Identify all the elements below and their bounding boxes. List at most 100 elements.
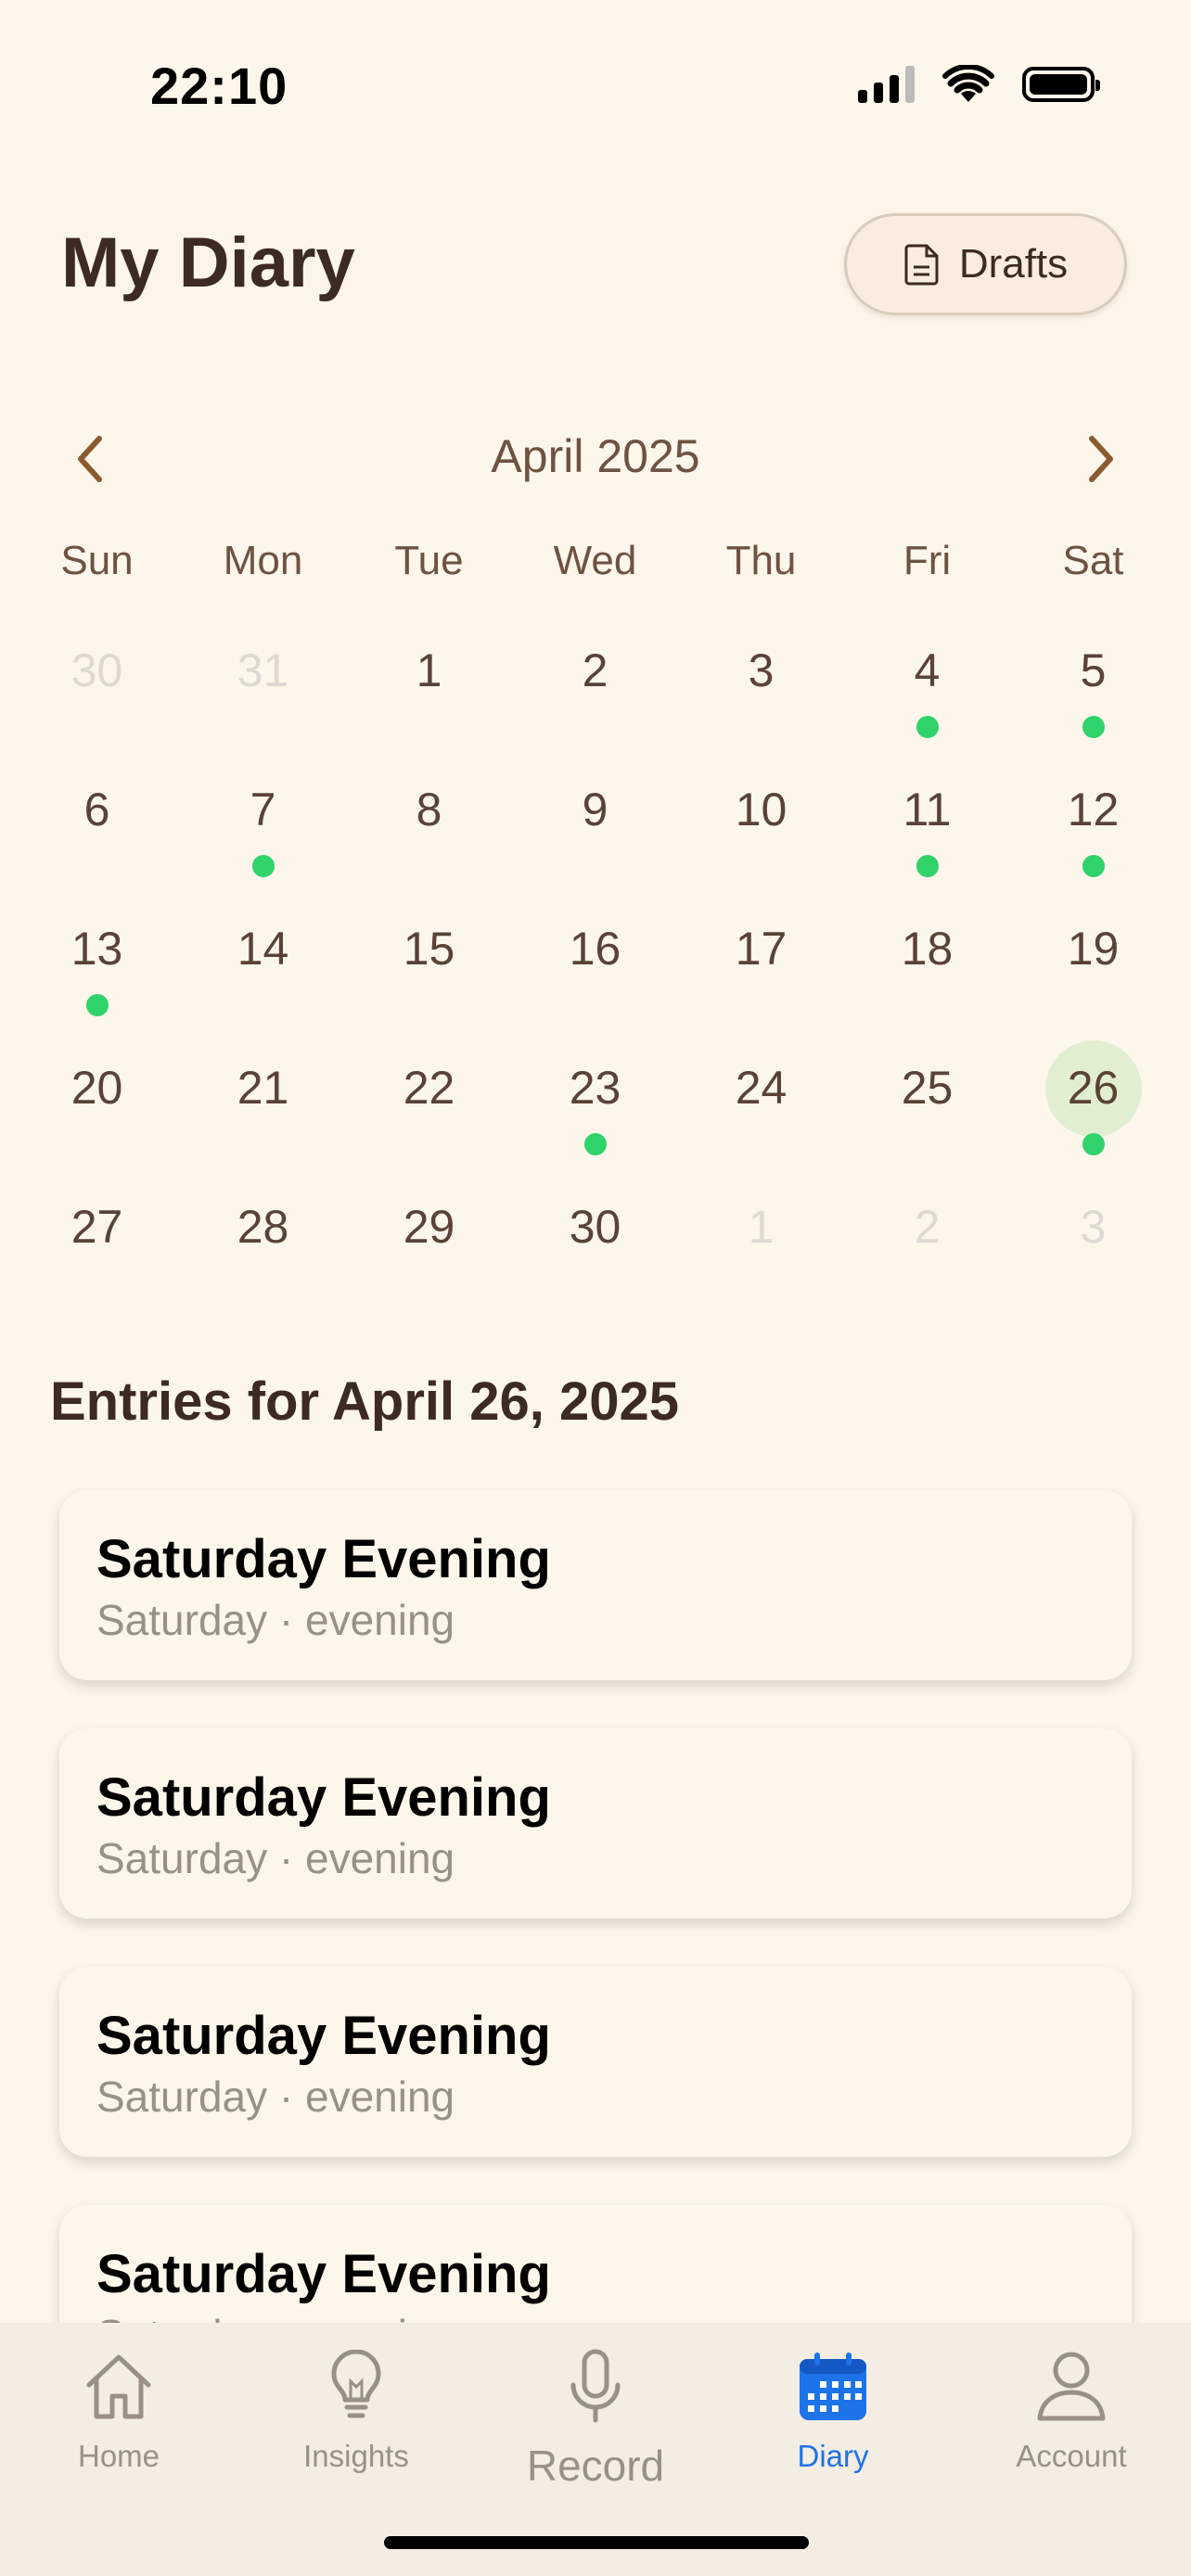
calendar-day[interactable]: 20	[14, 1048, 180, 1187]
calendar-day[interactable]: 22	[346, 1048, 512, 1187]
day-number: 2	[914, 1201, 941, 1253]
entry-subtitle: Saturday · evening	[96, 1596, 455, 1644]
drafts-button[interactable]: Drafts	[844, 213, 1127, 315]
tab-record[interactable]: Record	[503, 2346, 688, 2491]
calendar-day[interactable]: 1	[346, 631, 512, 770]
calendar-day[interactable]: 9	[512, 770, 678, 909]
calendar-day[interactable]: 29	[346, 1187, 512, 1326]
day-number: 19	[1067, 923, 1120, 975]
calendar-day[interactable]: 30	[512, 1187, 678, 1326]
calendar-day[interactable]: 19	[1010, 909, 1176, 1048]
cellular-signal-icon	[858, 66, 915, 103]
weekday-label: Wed	[553, 538, 637, 583]
weekday-label: Thu	[725, 538, 797, 583]
day-number: 26	[1067, 1062, 1120, 1114]
calendar-day[interactable]: 10	[678, 770, 844, 909]
calendar-day[interactable]: 2	[844, 1187, 1010, 1326]
day-number: 10	[735, 784, 788, 835]
entries-heading: Entries for April 26, 2025	[50, 1371, 680, 1432]
drafts-label: Drafts	[958, 241, 1069, 287]
calendar-day[interactable]: 14	[180, 909, 346, 1048]
day-number: 1	[748, 1201, 775, 1253]
next-month-button[interactable]	[1065, 413, 1139, 505]
calendar-day[interactable]: 1	[678, 1187, 844, 1326]
calendar-day[interactable]: 27	[14, 1187, 180, 1326]
battery-icon	[1022, 67, 1100, 102]
weekday-label: Tue	[394, 538, 464, 583]
day-number: 27	[70, 1201, 123, 1253]
header: My Diary Drafts	[0, 176, 1191, 376]
calendar-day[interactable]: 18	[844, 909, 1010, 1048]
day-number: 20	[70, 1062, 123, 1114]
weekday-header: Sun Mon Tue Wed Thu Fri Sat	[0, 538, 1191, 584]
calendar-day[interactable]: 30	[14, 631, 180, 770]
status-icons	[858, 65, 1100, 104]
day-number: 15	[403, 923, 455, 975]
entries-list[interactable]: Saturday Evening Saturday · evening Satu…	[0, 1488, 1191, 2323]
entry-title: Saturday Evening	[96, 2006, 551, 2066]
calendar-day[interactable]: 3	[678, 631, 844, 770]
tab-home[interactable]: Home	[26, 2346, 211, 2474]
tab-diary[interactable]: Diary	[740, 2346, 926, 2474]
calendar-day[interactable]: 6	[14, 770, 180, 909]
day-number: 12	[1067, 784, 1120, 835]
day-number: 3	[748, 644, 775, 696]
entry-title: Saturday Evening	[96, 1767, 551, 1828]
day-number: 5	[1080, 644, 1107, 696]
day-number: 1	[416, 644, 442, 696]
calendar-day[interactable]: 31	[180, 631, 346, 770]
calendar-day-selected[interactable]: 26	[1010, 1040, 1176, 1187]
calendar-day[interactable]: 4	[844, 631, 1010, 770]
calendar-day[interactable]: 28	[180, 1187, 346, 1326]
calendar-day[interactable]: 11	[844, 770, 1010, 909]
calendar-day[interactable]: 7	[180, 770, 346, 909]
entry-indicator-dot	[583, 1133, 607, 1155]
calendar-day[interactable]: 5	[1010, 631, 1176, 770]
calendar-day[interactable]: 23	[512, 1048, 678, 1187]
entry-card[interactable]: Saturday Evening Saturday · evening	[59, 1490, 1132, 1680]
day-number: 16	[569, 923, 621, 975]
calendar-day[interactable]: 13	[14, 909, 180, 1048]
calendar-nav: April 2025	[0, 376, 1191, 533]
calendar: April 2025 Sun Mon Tue Wed Thu Fri Sat 30 31 1 2 3…	[0, 376, 1191, 1253]
day-number: 25	[901, 1062, 954, 1114]
month-label: April 2025	[491, 430, 700, 482]
day-number: 18	[901, 923, 954, 975]
person-icon	[1037, 2352, 1106, 2421]
entry-card[interactable]: Saturday Evening Saturday · evening	[59, 1967, 1132, 2157]
chevron-right-icon	[1089, 436, 1113, 482]
calendar-day[interactable]: 3	[1010, 1187, 1176, 1326]
calendar-day[interactable]: 21	[180, 1048, 346, 1187]
calendar-day[interactable]: 8	[346, 770, 512, 909]
weekday-label: Fri	[903, 538, 952, 583]
calendar-day[interactable]: 12	[1010, 770, 1176, 909]
day-number: 24	[735, 1062, 788, 1114]
entry-indicator-dot	[916, 855, 939, 877]
calendar-icon	[800, 2353, 866, 2420]
entry-card[interactable]: Saturday Evening Saturday · evening	[59, 1728, 1132, 1919]
calendar-day[interactable]: 24	[678, 1048, 844, 1187]
entry-indicator-dot	[1082, 1133, 1105, 1155]
tab-insights[interactable]: Insights	[263, 2346, 449, 2474]
day-number: 6	[83, 784, 110, 835]
calendar-day[interactable]: 17	[678, 909, 844, 1048]
page-title: My Diary	[61, 223, 355, 302]
entry-subtitle: Saturday · evening	[96, 2307, 1132, 2323]
day-number: 17	[735, 923, 788, 975]
day-number: 8	[416, 784, 442, 835]
entry-title: Saturday Evening	[96, 2244, 551, 2304]
calendar-day[interactable]: 16	[512, 909, 678, 1048]
calendar-day[interactable]: 2	[512, 631, 678, 770]
day-number: 22	[403, 1062, 455, 1114]
calendar-day[interactable]: 15	[346, 909, 512, 1048]
day-number: 30	[569, 1201, 621, 1253]
weekday-label: Mon	[223, 538, 303, 583]
day-number: 2	[582, 644, 608, 696]
tab-account[interactable]: Account	[979, 2346, 1164, 2474]
entry-indicator-dot	[251, 855, 275, 877]
entry-card[interactable]: Saturday Evening Saturday · evening	[59, 2205, 1132, 2323]
calendar-day[interactable]: 25	[844, 1048, 1010, 1187]
day-number: 28	[237, 1201, 289, 1253]
tab-label: Insights	[303, 2439, 409, 2473]
day-grid: 30 31 1 2 3 4 5 6 7 8 9 10 11 12 13 14 15 16 17 18 19 20 21 22 2…	[14, 631, 1177, 1326]
